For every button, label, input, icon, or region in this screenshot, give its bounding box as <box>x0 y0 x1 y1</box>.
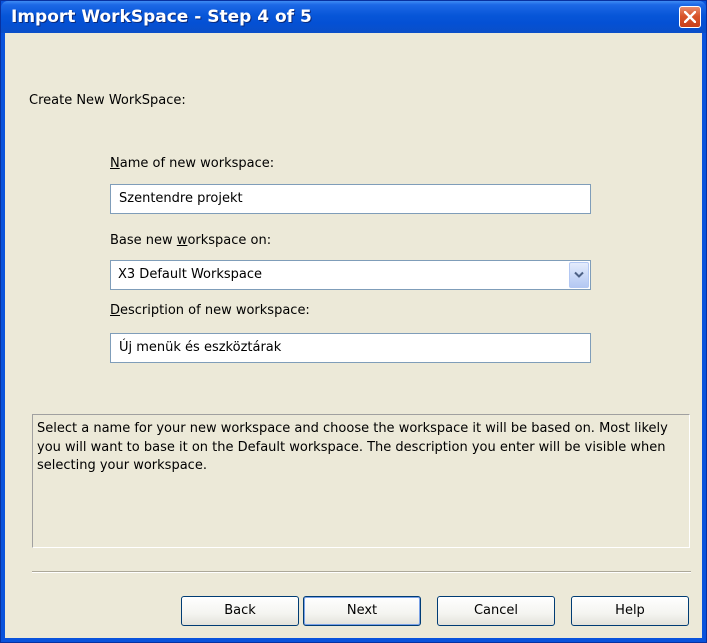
workspace-name-input[interactable]: Szentendre projekt <box>110 184 591 214</box>
description-label: Description of new workspace: <box>110 303 310 318</box>
name-label: Name of new workspace: <box>110 156 274 171</box>
name-label-accesskey: N <box>110 156 120 171</box>
cancel-button[interactable]: Cancel <box>437 596 555 626</box>
workspace-description-input[interactable]: Új menük és eszköztárak <box>110 333 591 363</box>
dialog-body: Create New WorkSpace: Name of new worksp… <box>5 33 702 638</box>
next-button[interactable]: Next <box>303 596 421 626</box>
base-label-text: orkspace on: <box>187 233 272 248</box>
close-button[interactable] <box>679 6 701 28</box>
dropdown-button[interactable] <box>569 262 589 288</box>
back-button[interactable]: Back <box>181 596 299 626</box>
base-label: Base new workspace on: <box>110 233 271 248</box>
separator <box>32 571 691 573</box>
chevron-down-icon <box>574 271 584 278</box>
base-workspace-select[interactable]: X3 Default Workspace <box>110 260 591 290</box>
description-label-accesskey: D <box>110 303 121 318</box>
close-x-icon <box>684 11 696 23</box>
window-title: Import WorkSpace - Step 4 of 5 <box>11 7 312 27</box>
description-label-text: escription of new workspace: <box>120 303 310 318</box>
section-heading: Create New WorkSpace: <box>29 93 186 108</box>
name-label-text: ame of new workspace: <box>119 156 275 171</box>
base-label-accesskey: w <box>176 233 188 248</box>
help-button[interactable]: Help <box>571 596 689 626</box>
title-bar[interactable]: Import WorkSpace - Step 4 of 5 <box>1 1 706 33</box>
import-workspace-dialog: Import WorkSpace - Step 4 of 5 Create Ne… <box>0 0 707 643</box>
base-label-pre: Base new <box>110 233 177 248</box>
base-workspace-value: X3 Default Workspace <box>118 267 262 282</box>
help-text-panel: Select a name for your new workspace and… <box>32 414 690 548</box>
